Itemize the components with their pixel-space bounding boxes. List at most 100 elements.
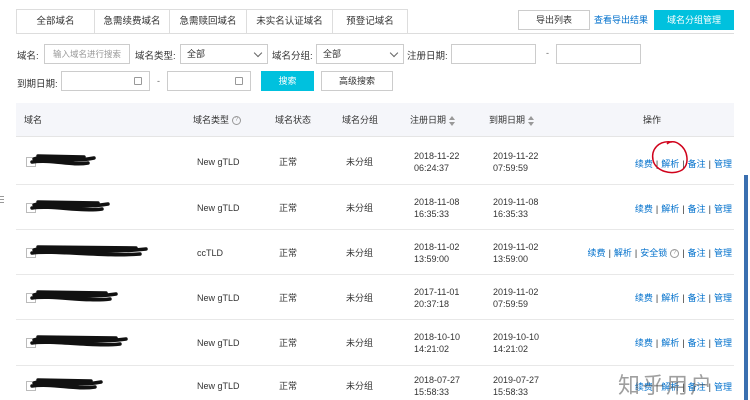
action-separator: | (708, 293, 711, 303)
redacted-domain-scribble (30, 154, 96, 166)
redacted-domain-scribble (30, 290, 118, 302)
view-export-results-link[interactable]: 查看导出结果 (594, 13, 648, 26)
sort-icon[interactable] (449, 115, 456, 126)
action-link[interactable]: 续费 (635, 204, 653, 214)
cell-status: 正常 (279, 338, 298, 348)
action-separator: | (655, 293, 659, 303)
exp-date-end-input[interactable] (167, 71, 251, 91)
action-link[interactable]: 管理 (714, 204, 732, 214)
header-domain: 域名 (24, 115, 43, 125)
action-link[interactable]: 备注 (688, 248, 706, 258)
action-separator: | (708, 338, 711, 348)
cell-reg-date: 2018-11-02 (414, 242, 460, 252)
action-link[interactable]: 管理 (714, 293, 732, 303)
header-exp-date[interactable]: 到期日期 (489, 103, 535, 137)
tab-redeem-urgent[interactable]: 急需赎回域名 (170, 9, 247, 34)
cell-exp-date: 2019-11-08 (493, 197, 539, 207)
cell-exp-time: 07:59:59 (493, 163, 529, 173)
sort-icon[interactable] (528, 115, 535, 126)
type-select[interactable]: 全部 (180, 44, 268, 64)
action-link[interactable]: 备注 (688, 293, 706, 303)
reg-date-end-input[interactable] (556, 44, 641, 64)
action-link[interactable]: 管理 (714, 338, 732, 348)
tab-all-domains[interactable]: 全部域名 (16, 9, 95, 34)
action-link[interactable]: 安全锁 (640, 248, 667, 258)
action-link[interactable]: 备注 (688, 204, 706, 214)
action-separator: | (655, 338, 659, 348)
action-separator: | (708, 248, 711, 258)
action-link[interactable]: 续费 (588, 248, 606, 258)
cell-status: 正常 (279, 203, 298, 213)
cell-group: 未分组 (346, 203, 374, 213)
row-actions: 续费 | 解析 | 安全锁? | 备注 | 管理 (588, 246, 732, 259)
row-actions: 续费 | 解析 | 备注 | 管理 (635, 291, 732, 304)
cell-group: 未分组 (346, 338, 374, 348)
domain-tabs: 全部域名 急需续费域名 急需赎回域名 未实名认证域名 预登记域名 (16, 9, 408, 34)
action-link[interactable]: 解析 (661, 338, 679, 348)
table-row: New gTLD 正常 未分组 2018-10-10 14:21:02 2019-10-1… (16, 320, 734, 366)
header-reg-date-label: 注册日期 (410, 115, 447, 125)
table-row: New gTLD 正常 未分组 2017-11-01 20:37:18 2019-11-0… (16, 275, 734, 320)
export-list-button[interactable]: 导出列表 (518, 10, 590, 30)
chevron-down-icon (253, 48, 263, 58)
action-link[interactable]: 续费 (635, 338, 653, 348)
cell-reg-time: 20:37:18 (414, 299, 450, 309)
calendar-icon[interactable] (134, 77, 142, 85)
tab-renew-urgent[interactable]: 急需续费域名 (95, 9, 170, 34)
reg-date-start-input[interactable] (451, 44, 536, 64)
action-link[interactable]: 备注 (688, 338, 706, 348)
cell-reg-time: 06:24:37 (414, 163, 450, 173)
drag-handle-icon[interactable] (0, 196, 4, 205)
calendar-icon[interactable] (235, 77, 243, 85)
cell-status: 正常 (279, 157, 298, 167)
action-link[interactable]: 解析 (661, 204, 679, 214)
advanced-search-button[interactable]: 高级搜索 (321, 71, 393, 91)
redacted-domain-scribble (30, 378, 103, 390)
cell-exp-date: 2019-07-27 (493, 375, 540, 385)
action-link[interactable]: 解析 (614, 248, 632, 258)
table-row: ccTLD 正常 未分组 2018-11-02 13:59:00 2019-11-02 13… (16, 230, 734, 275)
action-link[interactable]: 解析 (661, 293, 679, 303)
cell-reg-time: 16:35:33 (414, 209, 450, 219)
header-group: 域名分组 (342, 115, 379, 125)
help-icon[interactable]: ? (670, 249, 680, 259)
annotation-circle (651, 141, 688, 174)
action-link[interactable]: 管理 (714, 382, 732, 392)
header-type: 域名类型? (193, 103, 242, 137)
search-button[interactable]: 搜索 (261, 71, 314, 91)
help-icon[interactable]: ? (232, 116, 242, 126)
action-separator: | (634, 248, 638, 258)
action-link[interactable]: 管理 (714, 159, 732, 169)
cell-group: 未分组 (346, 157, 374, 167)
cell-exp-time: 14:21:02 (493, 344, 529, 354)
exp-date-label: 到期日期: (17, 79, 58, 90)
cell-exp-time: 13:59:00 (493, 254, 529, 264)
redacted-domain-scribble (30, 200, 110, 212)
tab-preregister[interactable]: 预登记域名 (333, 9, 408, 34)
header-ops: 操作 (643, 115, 662, 125)
group-select[interactable]: 全部 (316, 44, 404, 64)
action-separator: | (682, 204, 685, 214)
action-link[interactable]: 管理 (714, 248, 732, 258)
table-row: New gTLD 正常 未分组 2018-11-22 06:24:37 2019-11-2… (16, 139, 734, 185)
action-link[interactable]: 续费 (635, 293, 653, 303)
tab-unverified[interactable]: 未实名认证域名 (247, 9, 333, 34)
exp-date-start-input[interactable] (61, 71, 150, 91)
action-separator: | (608, 248, 611, 258)
cell-status: 正常 (279, 381, 298, 391)
type-filter-label: 域名类型: (135, 51, 176, 62)
side-scrollbar[interactable] (744, 175, 748, 400)
cell-type: New gTLD (197, 203, 240, 213)
cell-type: New gTLD (197, 157, 240, 167)
header-reg-date[interactable]: 注册日期 (410, 103, 456, 137)
watermark: 知乎用户 (618, 373, 715, 398)
domain-search-input[interactable]: 输入域名进行搜索 (44, 44, 130, 64)
action-separator: | (708, 159, 711, 169)
cell-reg-date: 2017-11-01 (414, 287, 460, 297)
domain-group-manage-button[interactable]: 域名分组管理 (654, 10, 734, 30)
redacted-domain-scribble (30, 245, 148, 257)
cell-exp-date: 2019-11-02 (493, 287, 539, 297)
row-actions: 续费 | 解析 | 备注 | 管理 (635, 202, 732, 215)
cell-type: New gTLD (197, 381, 240, 391)
chevron-down-icon (389, 48, 399, 58)
